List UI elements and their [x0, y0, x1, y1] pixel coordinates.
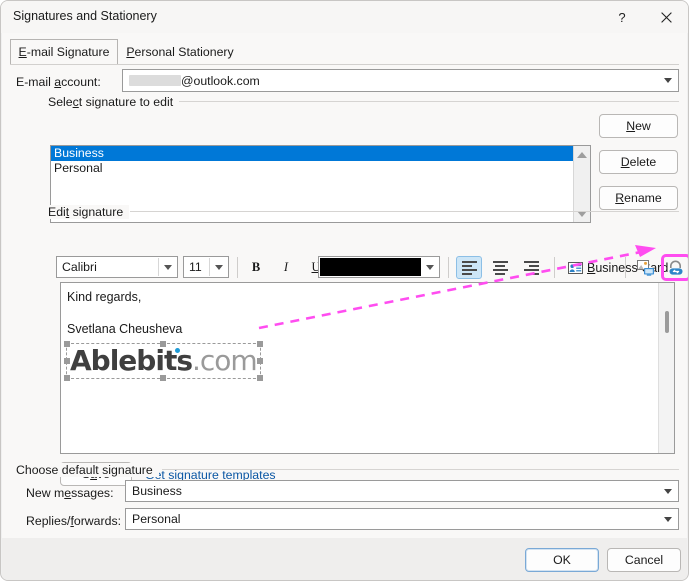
scrollbar-thumb[interactable]	[665, 311, 669, 333]
chevron-down-icon	[209, 258, 227, 276]
tab-strip-divider	[10, 64, 679, 65]
font-size-select[interactable]: 11	[183, 256, 229, 278]
tab-personal-stationery-label: Personal Stationery	[126, 45, 234, 59]
cancel-button[interactable]: Cancel	[607, 548, 681, 572]
font-color-swatch	[320, 258, 421, 276]
help-button[interactable]: ?	[600, 1, 644, 33]
delete-signature-button[interactable]: Delete	[599, 150, 678, 174]
align-left-button[interactable]	[456, 256, 482, 279]
signature-editor-scrollbar[interactable]	[658, 283, 674, 453]
insert-picture-button[interactable]	[633, 256, 659, 279]
rename-signature-button[interactable]: Rename	[599, 186, 678, 210]
tab-personal-stationery[interactable]: Personal Stationery	[118, 39, 242, 65]
font-family-value: Calibri	[62, 260, 97, 274]
resize-handle[interactable]	[256, 341, 263, 347]
tab-strip: E-mail Signature Personal Stationery	[10, 39, 679, 65]
ok-button[interactable]: OK	[525, 548, 599, 572]
resize-handle[interactable]	[256, 375, 263, 381]
resize-handle[interactable]	[64, 341, 70, 347]
font-size-value: 11	[189, 260, 202, 274]
dialog-footer: OK Cancel	[2, 538, 687, 580]
align-center-button[interactable]	[487, 256, 513, 279]
chevron-down-icon	[658, 481, 678, 501]
new-messages-value: Business	[132, 484, 182, 498]
ok-button-label: OK	[553, 553, 571, 567]
tab-email-signature-label: E-mail Signature	[18, 45, 110, 59]
chevron-down-icon	[421, 258, 438, 276]
dialog-client-area: E-mail Signature Personal Stationery E-m…	[2, 33, 688, 538]
replies-forwards-signature-select[interactable]: Personal	[125, 508, 679, 530]
chevron-down-icon	[658, 509, 678, 529]
close-button[interactable]	[644, 1, 688, 33]
insert-hyperlink-button[interactable]	[661, 254, 688, 281]
edit-signature-group-rule	[130, 211, 679, 212]
select-signature-group-title: Select signature to edit	[48, 95, 180, 109]
resize-handle[interactable]	[160, 341, 167, 347]
signature-blank-line	[67, 306, 627, 320]
default-signature-group-rule	[162, 469, 679, 470]
list-item-personal[interactable]: Personal	[51, 161, 590, 176]
italic-button[interactable]: I	[274, 256, 298, 279]
title-bar: Signatures and Stationery ?	[1, 1, 688, 33]
resize-handle[interactable]	[256, 358, 263, 364]
bold-button[interactable]: B	[244, 256, 268, 279]
toolbar-separator	[625, 257, 626, 278]
business-card-icon	[568, 261, 583, 274]
signature-line-2: Svetlana Cheusheva	[67, 322, 183, 336]
align-right-button[interactable]	[518, 256, 544, 279]
signatures-and-stationery-dialog: Signatures and Stationery ? E-mail Signa…	[0, 0, 689, 581]
toolbar-separator	[237, 257, 238, 278]
resize-handle[interactable]	[160, 375, 167, 381]
business-card-button[interactable]: Business Card	[563, 256, 676, 279]
signature-editor[interactable]: Kind regards, Svetlana Cheusheva Ablebit…	[60, 282, 675, 454]
select-signature-group-rule	[172, 101, 679, 102]
align-left-icon	[461, 261, 477, 275]
align-center-icon	[492, 261, 508, 275]
logo-dot-icon	[175, 348, 180, 353]
ablebits-logo-text: Ablebits.com	[70, 344, 258, 377]
signature-line-1: Kind regards,	[67, 290, 142, 304]
list-item-business[interactable]: Business	[51, 146, 590, 161]
scroll-up-button[interactable]	[574, 146, 590, 163]
resize-handle[interactable]	[64, 358, 70, 364]
resize-handle[interactable]	[64, 375, 70, 381]
close-icon	[660, 11, 672, 23]
insert-picture-icon	[637, 259, 654, 276]
insert-hyperlink-icon	[669, 260, 683, 275]
new-signature-button[interactable]: New	[599, 114, 678, 138]
scroll-down-button[interactable]	[574, 205, 590, 222]
replies-forwards-value: Personal	[132, 512, 181, 526]
email-account-select[interactable]: @outlook.com	[122, 69, 679, 92]
signature-editor-content[interactable]: Kind regards, Svetlana Cheusheva Ablebit…	[64, 288, 627, 381]
bold-icon: B	[251, 260, 261, 274]
default-signature-group-title: Choose default signature	[16, 463, 159, 477]
new-messages-signature-select[interactable]: Business	[125, 480, 679, 502]
email-account-value: @outlook.com	[123, 74, 260, 88]
window-title: Signatures and Stationery	[13, 9, 157, 23]
email-account-label: E-mail account:	[16, 75, 101, 89]
chevron-down-icon	[658, 70, 678, 91]
replies-forwards-label: Replies/forwards:	[26, 514, 122, 528]
align-right-icon	[523, 261, 539, 275]
ablebits-logo-image[interactable]: Ablebits.com	[64, 341, 263, 381]
tab-email-signature[interactable]: E-mail Signature	[10, 39, 118, 65]
font-family-select[interactable]: Calibri	[56, 256, 178, 278]
redacted-username	[129, 74, 181, 86]
formatting-toolbar: Calibri 11 B I U Business Card	[50, 254, 688, 281]
cancel-button-label: Cancel	[624, 553, 664, 567]
toolbar-separator	[554, 257, 555, 278]
new-messages-label: New messages:	[26, 486, 114, 500]
font-color-select[interactable]	[318, 256, 440, 278]
question-mark-icon: ?	[618, 9, 626, 25]
toolbar-separator	[448, 257, 449, 278]
chevron-down-icon	[158, 258, 176, 276]
italic-icon: I	[283, 260, 289, 274]
edit-signature-group-title: Edit signature	[48, 205, 130, 219]
